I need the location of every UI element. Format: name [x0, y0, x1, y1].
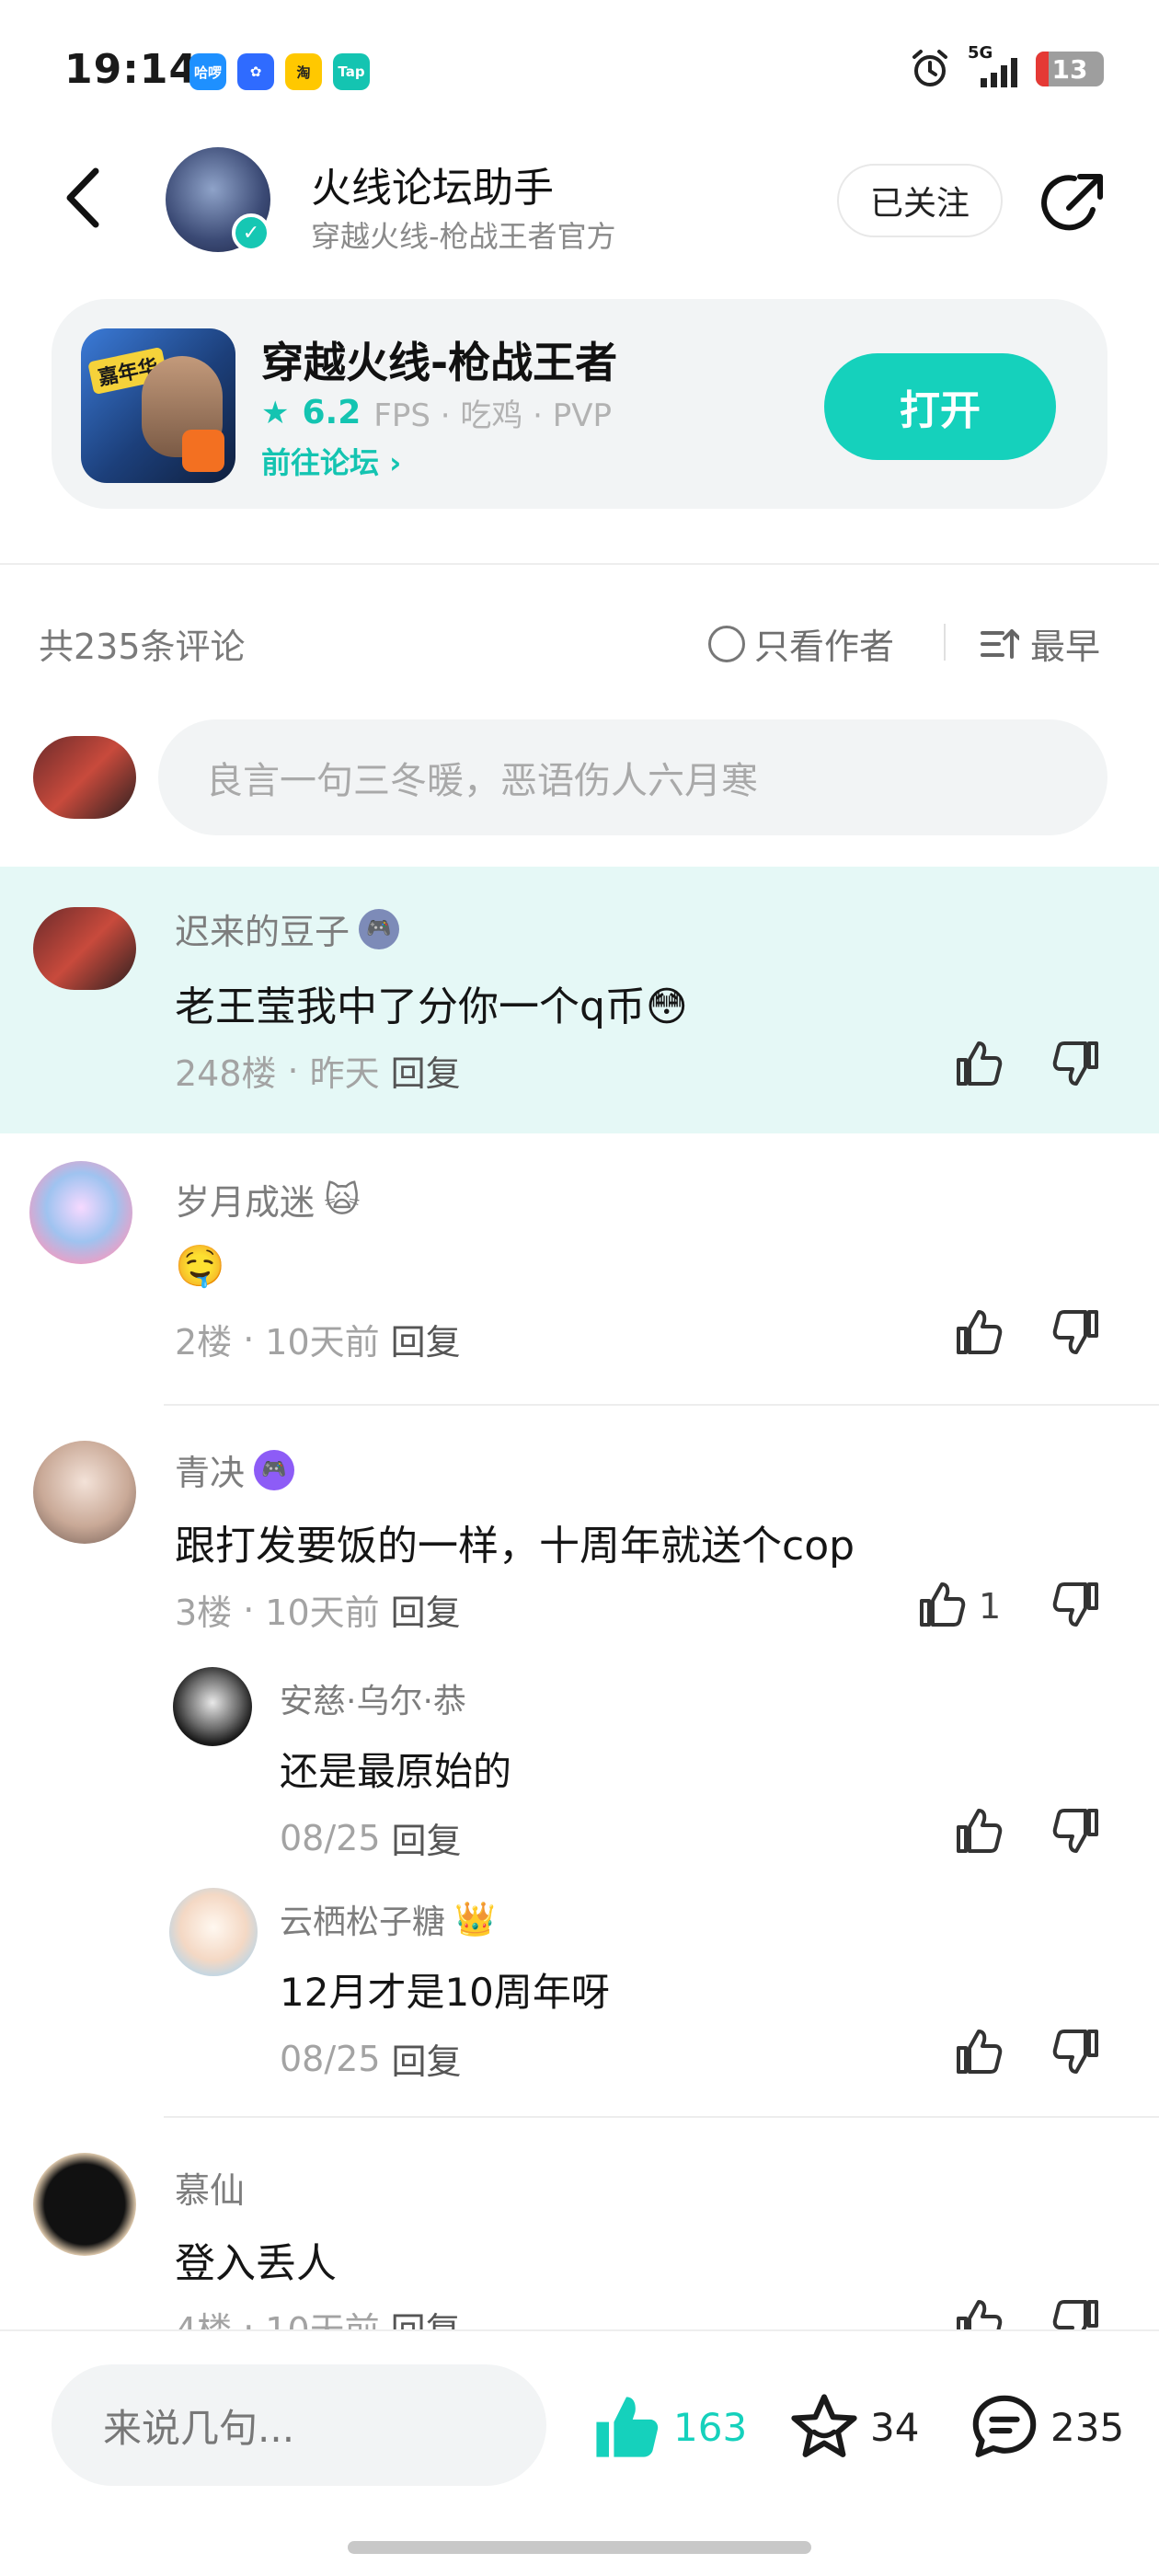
thumbs-down-icon[interactable]	[1050, 2026, 1102, 2077]
comment-total: 235	[1050, 2404, 1125, 2450]
avatar[interactable]	[173, 1667, 252, 1746]
star-outline-icon	[791, 2394, 857, 2457]
favorite-button[interactable]: 34	[787, 2392, 919, 2462]
sort-toggle[interactable]: 最早	[981, 618, 1100, 669]
divider	[0, 563, 1159, 565]
reply-text: 还是最原始的	[280, 1749, 512, 1794]
game-meta: ★ 6.2 FPS · 吃鸡 · PVP	[261, 390, 612, 435]
avatar[interactable]	[33, 907, 136, 990]
comment-meta: 3楼 · 10天前 回复	[175, 1584, 461, 1635]
gamepad-badge-icon: 🎮	[359, 908, 400, 949]
home-indicator[interactable]	[348, 2541, 811, 2554]
game-icon[interactable]: 嘉年华	[81, 328, 235, 483]
status-time: 19:14	[64, 46, 199, 93]
emoji-badge-icon: 🙀	[324, 1179, 361, 1220]
battery-icon: 13	[1036, 52, 1104, 86]
reply-username[interactable]: 云栖松子糖 👑	[280, 1895, 496, 1943]
avatar[interactable]	[29, 1161, 132, 1264]
reply-button[interactable]: 回复	[392, 2033, 462, 2084]
status-indicators: 5G 13	[909, 43, 1104, 90]
thumbs-up-icon[interactable]	[953, 1805, 1004, 1857]
follow-button[interactable]: 已关注	[837, 164, 1003, 237]
sort-icon	[981, 628, 1019, 659]
reply-meta: 08/25 回复	[280, 2033, 462, 2084]
share-icon[interactable]	[1038, 167, 1109, 239]
like-count: 1	[979, 1586, 1002, 1627]
my-avatar	[33, 736, 136, 819]
reply-button[interactable]: 回复	[392, 1812, 462, 1863]
say-input[interactable]: 来说几句...	[52, 2364, 546, 2486]
comment-count: 共235条评论	[39, 627, 246, 667]
reply-button[interactable]: 回复	[391, 1045, 461, 1096]
thumbs-down-icon[interactable]	[1050, 1306, 1102, 1358]
comments-button[interactable]: 235	[968, 2392, 1124, 2462]
divider	[944, 624, 946, 661]
comment-username[interactable]: 青决 🎮	[175, 1444, 295, 1495]
radio-icon[interactable]	[708, 625, 745, 662]
thumbs-up-filled-icon	[596, 2397, 659, 2457]
thumbs-down-icon[interactable]	[1050, 1805, 1102, 1857]
thumbs-down-icon[interactable]	[1050, 1579, 1102, 1630]
crown-badge-icon: 👑	[454, 1901, 496, 1938]
back-arrow-icon[interactable]	[57, 166, 112, 230]
gamepad-badge-icon: 🎮	[254, 1449, 295, 1490]
divider	[164, 1404, 1159, 1406]
reply-button[interactable]: 回复	[391, 1314, 461, 1364]
reply-button[interactable]: 回复	[391, 1584, 461, 1635]
comment-bubble-icon	[972, 2395, 1037, 2457]
avatar[interactable]	[169, 1888, 258, 1976]
comment-meta: 2楼 · 10天前 回复	[175, 1314, 461, 1364]
game-score: 6.2	[302, 394, 361, 431]
star-icon: ★	[261, 394, 290, 431]
thumbs-up-icon[interactable]	[953, 1038, 1004, 1089]
comment-text: 🤤	[175, 1243, 225, 1290]
verified-check-icon: ✓	[232, 213, 270, 252]
baidu-app-icon: ✿	[237, 53, 274, 90]
account-subtitle: 穿越火线-枪战王者官方	[311, 219, 616, 254]
chevron-right-icon: ›	[389, 445, 402, 480]
like-post-button[interactable]: 163	[589, 2392, 747, 2462]
hallo-app-icon: 哈啰	[189, 53, 226, 90]
author-only-toggle[interactable]: 只看作者	[708, 618, 894, 669]
taptap-app-icon: Tap	[333, 53, 370, 90]
thumbs-up-icon[interactable]	[953, 2026, 1004, 2077]
reply-text: 12月才是10周年呀	[280, 1970, 610, 2015]
comment-username[interactable]: 慕仙	[175, 2162, 245, 2213]
game-tags: FPS · 吃鸡 · PVP	[373, 397, 613, 434]
comment-input[interactable]: 良言一句三冬暖，恶语伤人六月寒	[158, 719, 1107, 835]
thumbs-up-icon[interactable]	[916, 1579, 968, 1630]
avatar[interactable]	[33, 1441, 136, 1544]
like-total: 163	[673, 2404, 748, 2450]
comment-meta: 248楼 · 昨天 回复	[175, 1045, 461, 1096]
game-title: 穿越火线-枪战王者	[261, 338, 618, 387]
comment-username[interactable]: 迟来的豆子 🎮	[175, 903, 400, 954]
signal-icon: 5G	[968, 43, 1019, 89]
alarm-icon	[912, 50, 947, 86]
favorite-total: 34	[870, 2404, 920, 2450]
divider	[164, 2116, 1159, 2118]
thumbs-down-icon[interactable]	[1050, 1038, 1102, 1089]
reply-username[interactable]: 安慈·乌尔·恭	[280, 1674, 466, 1722]
thumbs-up-icon[interactable]	[953, 1306, 1004, 1358]
forum-link[interactable]: 前往论坛 ›	[261, 440, 401, 482]
comment-username[interactable]: 岁月成迷 🙀	[175, 1174, 361, 1225]
comment-text: 老王莹我中了分你一个q币😳	[175, 983, 688, 1030]
open-game-button[interactable]: 打开	[824, 353, 1056, 460]
account-name[interactable]: 火线论坛助手	[311, 155, 554, 213]
comment-text: 跟打发要饭的一样，十周年就送个cop	[175, 1523, 855, 1570]
reply-meta: 08/25 回复	[280, 1812, 462, 1863]
taobao-app-icon: 淘	[285, 53, 322, 90]
comment-text: 登入丢人	[175, 2240, 337, 2287]
avatar[interactable]	[33, 2153, 136, 2256]
